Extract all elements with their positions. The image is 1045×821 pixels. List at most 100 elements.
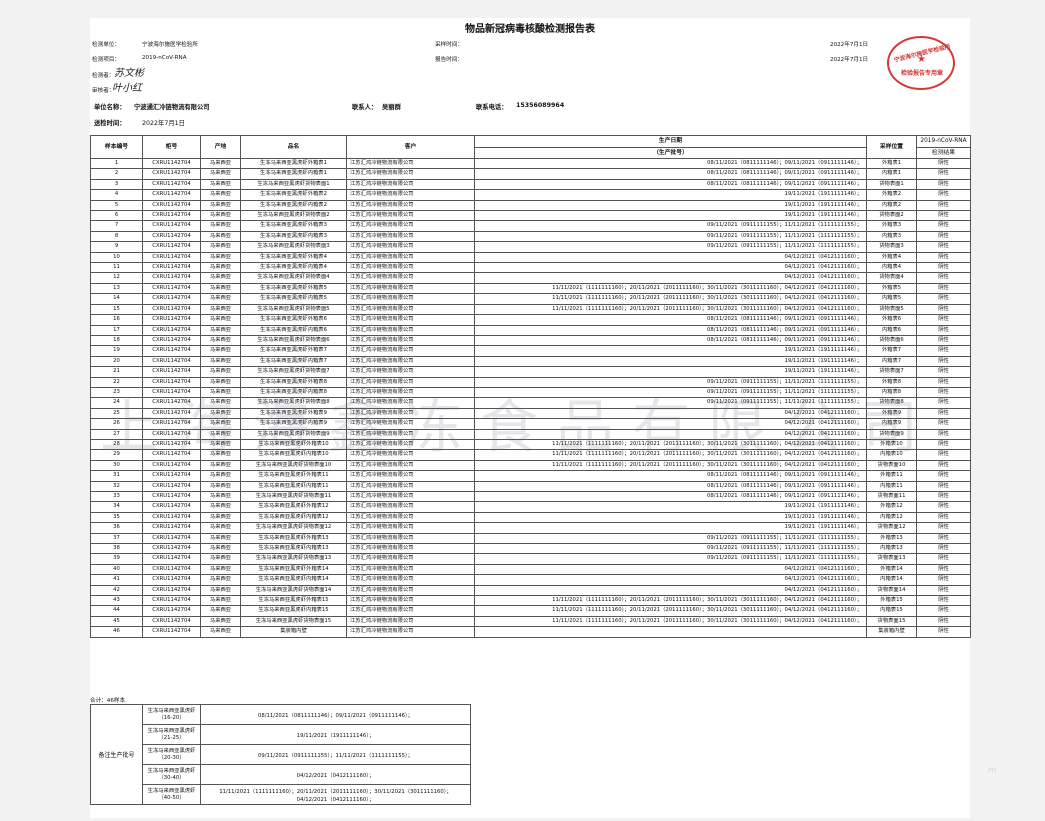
note-product-name: 生冻马来西亚黑虎虾	[147, 727, 196, 734]
customer-cell: 江苏汇鸿冷链物流有限公司	[346, 511, 475, 524]
sample-position-cell: 内箱表1	[866, 168, 917, 180]
sample-position-cell: 货物表面3	[866, 241, 917, 253]
product-name-cell: 生冻马来西亚黑虎虾内箱表1	[240, 168, 347, 180]
cabinet-no-cell: CXRU1142704	[142, 334, 201, 347]
sample-position-cell: 货物表面12	[866, 522, 917, 534]
col-header-method: 2019-nCoV-RNA	[916, 135, 971, 148]
table-row: 3 CXRU1142704 马来西亚 生冻马来西亚黑虎虾货物表面1 江苏汇鸿冷链物流有限…	[90, 178, 971, 191]
sample-no-cell: 16	[90, 314, 143, 326]
sample-position-cell: 货物表面15	[866, 615, 917, 628]
sample-no-cell: 44	[90, 605, 143, 617]
customer-cell: 江苏汇鸿冷链物流有限公司	[346, 626, 475, 638]
report-time-value: 2022年7月1日	[830, 57, 869, 63]
product-name-cell: 生冻马来西亚黑虎虾内箱表12	[240, 511, 347, 524]
sample-no-cell: 35	[90, 511, 143, 524]
sample-position-cell: 外箱表11	[866, 470, 917, 482]
origin-cell: 马来西亚	[200, 293, 241, 305]
cabinet-no-cell: CXRU1142704	[142, 168, 201, 180]
phone-label: 联系电话：	[476, 104, 508, 111]
cabinet-no-cell: CXRU1142704	[142, 355, 201, 368]
origin-cell: 马来西亚	[200, 511, 241, 524]
table-row: 12 CXRU1142704 马来西亚 生冻马来西亚黑虎虾货物表面4 江苏汇鸿冷链物流有…	[90, 272, 971, 284]
customer-cell: 江苏汇鸿冷链物流有限公司	[346, 615, 475, 628]
sample-no-cell: 43	[90, 595, 143, 607]
production-date-cell: 08/11/2021（0811111146）；09/11/2021（091111…	[474, 324, 867, 336]
send-time-label: 送检时间：	[94, 120, 126, 127]
table-row: 44 CXRU1142704 马来西亚 生冻马来西亚黑虎虾内箱表15 江苏汇鸿冷链物流有…	[90, 605, 971, 617]
product-name-cell: 生冻马来西亚黑虎虾外箱表14	[240, 563, 347, 576]
product-name-cell: 生冻马来西亚黑虎虾货物表面4	[240, 272, 347, 284]
cabinet-no-cell: CXRU1142704	[142, 293, 201, 305]
col-header-cabinet: 柜号	[142, 135, 201, 159]
unit-value: 宁波海尔施医学检验所	[142, 42, 198, 48]
origin-cell: 马来西亚	[200, 262, 241, 274]
unit-label: 检测单位：	[92, 42, 120, 48]
test-result-cell: 阴性	[916, 282, 971, 295]
phone-value: 15356089964	[516, 102, 565, 109]
cabinet-no-cell: CXRU1142704	[142, 230, 201, 243]
cabinet-no-cell: CXRU1142704	[142, 303, 201, 316]
cabinet-no-cell: CXRU1142704	[142, 178, 201, 191]
table-row: 17 CXRU1142704 马来西亚 生冻马来西亚黑虎虾内箱表6 江苏汇鸿冷链物流有限…	[90, 324, 971, 336]
note-product-cell: 生冻马来西亚黑虎虾 （21-25）	[142, 724, 201, 745]
sample-no-cell: 40	[90, 563, 143, 576]
sample-position-cell: 内箱表14	[866, 574, 917, 586]
seal-text-bottom: 检验报告专用章	[900, 70, 943, 77]
production-date-cell: 19/11/2021（1911111146）；	[474, 210, 867, 222]
table-row: 41 CXRU1142704 马来西亚 生冻马来西亚黑虎虾内箱表14 江苏汇鸿冷链物流有…	[90, 574, 971, 586]
customer-cell: 江苏汇鸿冷链物流有限公司	[346, 168, 475, 180]
col-header-no: 样本编号	[90, 135, 143, 159]
production-date-cell: 08/11/2021（0811111146）；09/11/2021（091111…	[474, 157, 867, 170]
sample-no-cell: 34	[90, 501, 143, 513]
product-name-cell: 生冻马来西亚黑虎虾外箱表7	[240, 345, 347, 357]
product-name-cell: 生冻马来西亚黑虎虾外箱表3	[240, 220, 347, 232]
note-batch: 11/11/2021（1111111160）；20/11/2021（201111…	[219, 788, 452, 795]
origin-cell: 马来西亚	[200, 251, 241, 264]
table-row: 43 CXRU1142704 马来西亚 生冻马来西亚黑虎虾外箱表15 江苏汇鸿冷链物流有…	[90, 595, 971, 607]
customer-cell: 江苏汇鸿冷链物流有限公司	[346, 595, 475, 607]
sample-no-cell: 11	[90, 262, 143, 274]
sample-no-cell: 4	[90, 189, 143, 201]
product-name-cell: 生冻马来西亚黑虎虾外箱表1	[240, 157, 347, 170]
note-batch: 09/11/2021（0911111155）；11/11/2021（111111…	[258, 752, 413, 759]
table-row: 1 CXRU1142704 马来西亚 生冻马来西亚黑虎虾外箱表1 江苏汇鸿冷链物流有限公…	[90, 157, 971, 170]
sample-position-cell: 货物表面5	[866, 303, 917, 316]
product-name-cell: 生冻马来西亚黑虎虾内箱表7	[240, 355, 347, 368]
table-row: 9 CXRU1142704 马来西亚 生冻马来西亚黑虎虾货物表面3 江苏汇鸿冷链物流有限…	[90, 241, 971, 253]
origin-cell: 马来西亚	[200, 282, 241, 295]
origin-cell: 马来西亚	[200, 553, 241, 565]
table-row: 37 CXRU1142704 马来西亚 生冻马来西亚黑虎虾外箱表13 江苏汇鸿冷链物流有…	[90, 532, 971, 545]
customer-cell: 江苏汇鸿冷链物流有限公司	[346, 251, 475, 264]
sample-no-cell: 2	[90, 168, 143, 180]
production-date-cell: 04/12/2021（0412111160）；	[474, 563, 867, 576]
cabinet-no-cell: CXRU1142704	[142, 522, 201, 534]
note-batch-cell: 08/11/2021（0811111146）；09/11/2021（091111…	[200, 704, 471, 725]
sample-position-cell: 外箱表7	[866, 345, 917, 357]
sample-position-cell: 外箱表13	[866, 532, 917, 545]
sample-no-cell: 37	[90, 532, 143, 545]
customer-cell: 江苏汇鸿冷链物流有限公司	[346, 553, 475, 565]
product-name-cell: 生冻马来西亚黑虎虾货物表面7	[240, 366, 347, 378]
customer-cell: 江苏汇鸿冷链物流有限公司	[346, 334, 475, 347]
note-row: 生冻马来西亚黑虎虾 （20-30） 09/11/2021（0911111155）；1…	[91, 744, 471, 765]
sample-no-cell: 17	[90, 324, 143, 336]
watermark-text: 上海海鑫冻食品有限公司	[100, 393, 937, 461]
note-row: 备注生产批号 生冻马来西亚黑虎虾 （16-20） 08/11/2021（0811111…	[90, 704, 471, 805]
note-product-name: 生冻马来西亚黑虎虾	[147, 747, 196, 754]
contact-value: 吴丽群	[382, 104, 401, 111]
sample-position-cell: 货物表面4	[866, 272, 917, 284]
origin-cell: 马来西亚	[200, 189, 241, 201]
note-row: 生冻马来西亚黑虎虾 （21-25） 19/11/2021（1911111146）；	[91, 724, 471, 745]
note-range: （21-25）	[158, 734, 185, 741]
note-product-cell: 生冻马来西亚黑虎虾 （16-20）	[142, 704, 201, 725]
test-result-cell: 阴性	[916, 532, 971, 545]
official-seal-stamp: 宁波海尔施医学检验所 ★ 检验报告专用章	[887, 36, 955, 90]
cabinet-no-cell: CXRU1142704	[142, 532, 201, 545]
table-row: 36 CXRU1142704 马来西亚 生冻马来西亚黑虎虾货物表面12 江苏汇鸿冷链物流…	[90, 522, 971, 534]
product-name-cell: 生冻马来西亚黑虎虾货物表面14	[240, 584, 347, 597]
table-row: 21 CXRU1142704 马来西亚 生冻马来西亚黑虎虾货物表面7 江苏汇鸿冷链物流有…	[90, 366, 971, 378]
note-row: 生冻马来西亚黑虎虾 （30-40） 04/12/2021（0412111160）；	[91, 764, 471, 785]
product-name-cell: 生冻马来西亚黑虎虾外箱表11	[240, 470, 347, 482]
table-row: 35 CXRU1142704 马来西亚 生冻马来西亚黑虎虾内箱表12 江苏汇鸿冷链物流有…	[90, 511, 971, 524]
table-row: 31 CXRU1142704 马来西亚 生冻马来西亚黑虎虾外箱表11 江苏汇鸿冷链物流有…	[90, 470, 971, 482]
